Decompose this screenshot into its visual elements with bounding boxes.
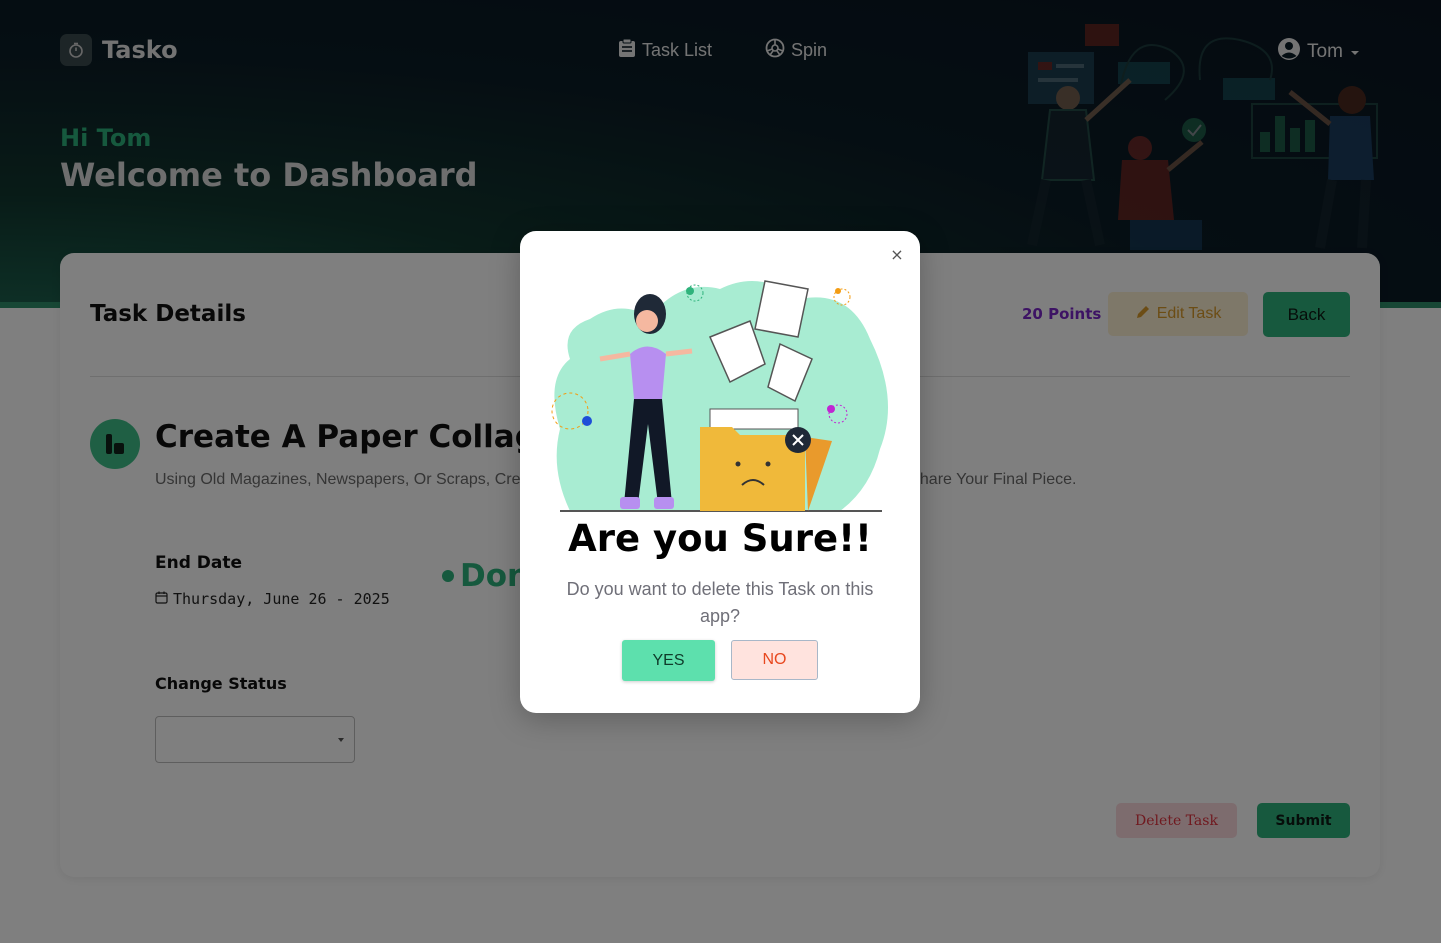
- modal-message: Do you want to delete this Task on this …: [566, 579, 874, 626]
- confirm-delete-modal: × Are you Sure!! Do you want to delete t…: [520, 231, 920, 713]
- modal-title: Are you Sure!!: [568, 517, 872, 560]
- sad-folder-illustration: [551, 280, 888, 512]
- yes-button[interactable]: YES: [622, 640, 715, 681]
- no-button[interactable]: NO: [731, 640, 818, 680]
